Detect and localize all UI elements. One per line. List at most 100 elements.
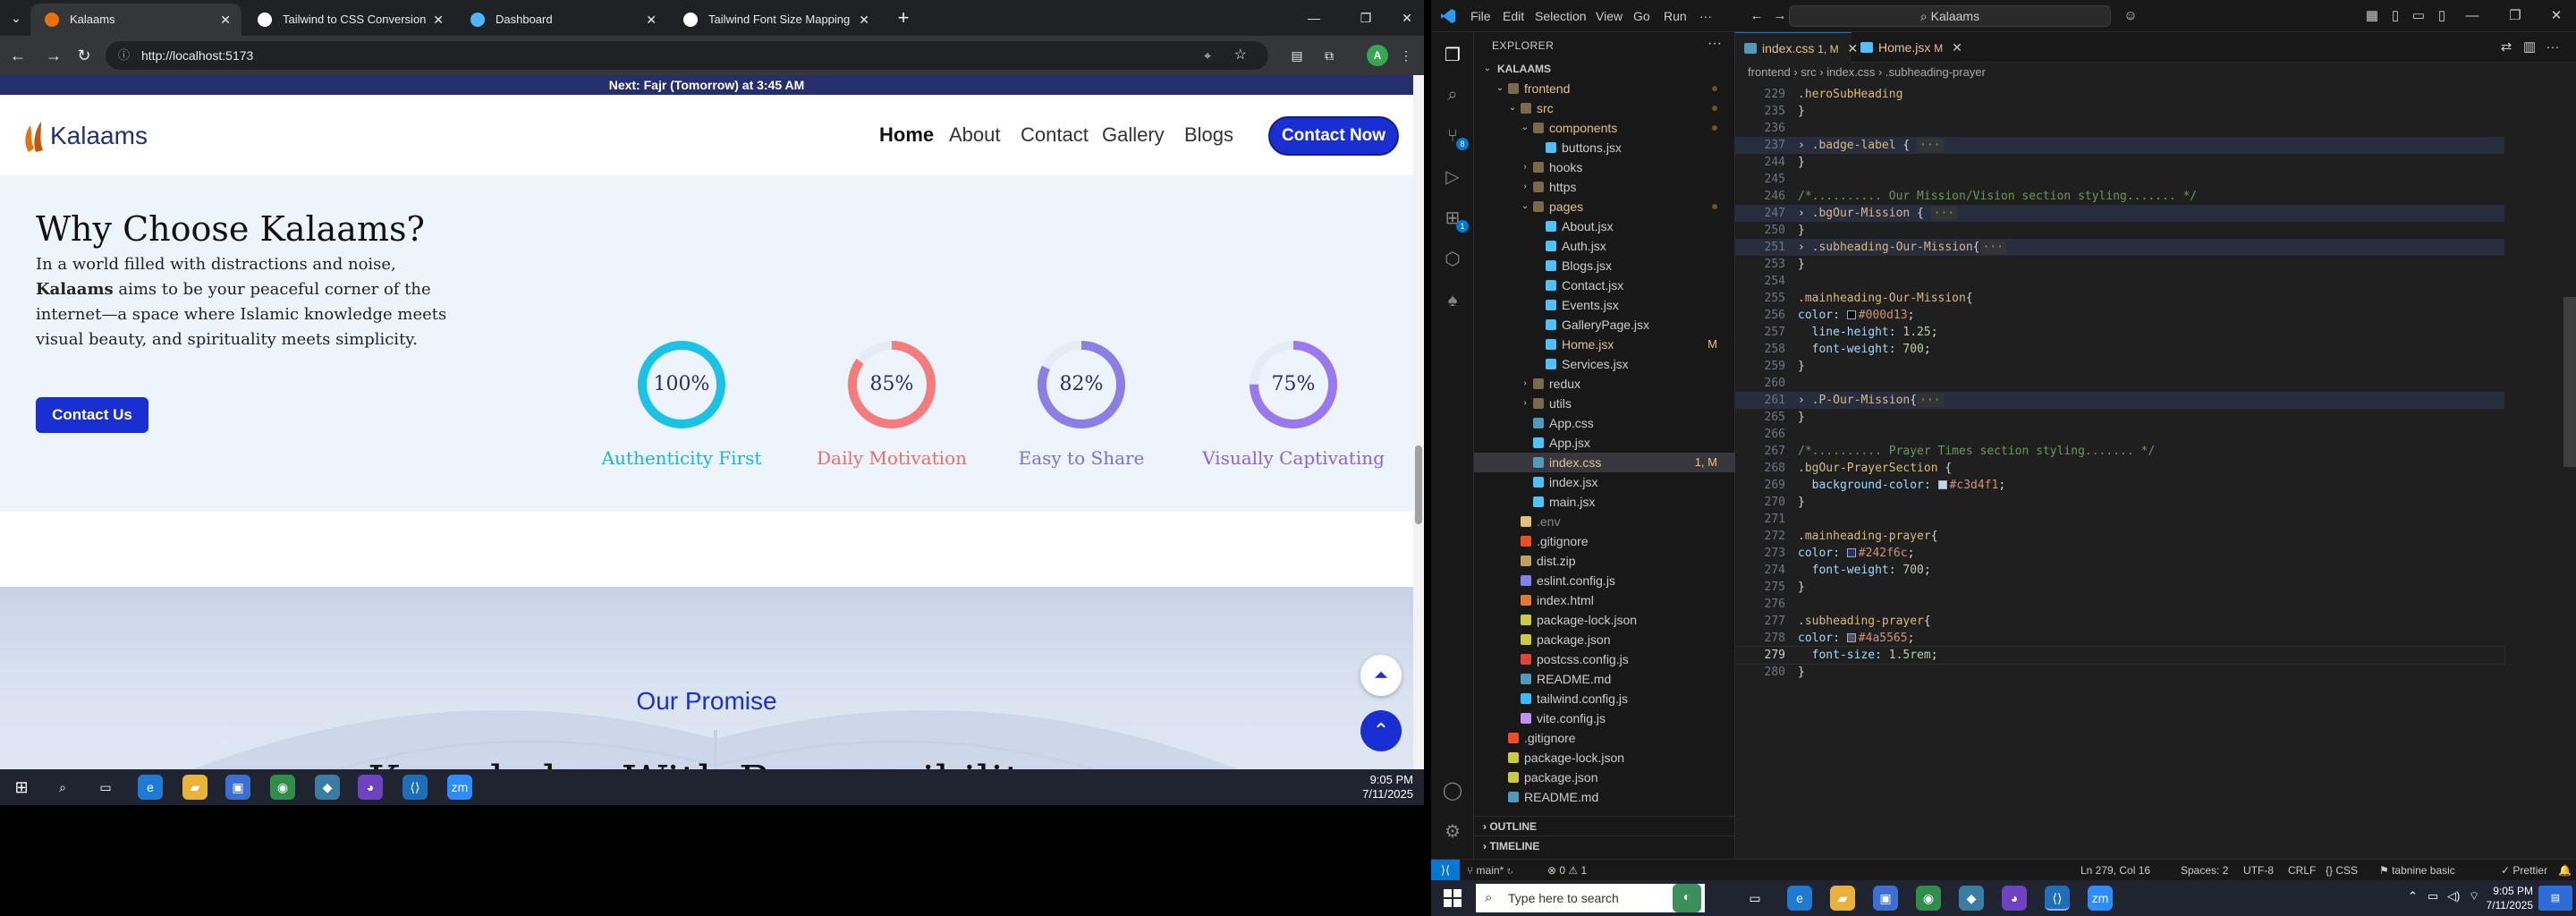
menu-go[interactable]: Go bbox=[1633, 0, 1650, 32]
git-branch[interactable]: ⑂ main* ↻ bbox=[1467, 860, 1513, 880]
browser-tab-dashboard[interactable]: Dashboard ✕ bbox=[456, 4, 667, 36]
timeline-section[interactable]: › TIMELINE bbox=[1474, 835, 1735, 855]
task-view-icon[interactable]: ▭ bbox=[93, 775, 118, 800]
site-info-icon[interactable]: ⓘ bbox=[118, 41, 130, 70]
tree-file[interactable]: dist.zip bbox=[1474, 551, 1735, 571]
contact-now-button[interactable]: Contact Now bbox=[1268, 116, 1399, 156]
tree-file[interactable]: index.jsx bbox=[1474, 472, 1735, 492]
vscode-icon[interactable]: ⟨⟩ bbox=[2045, 886, 2070, 911]
menu-more[interactable]: ··· bbox=[1699, 0, 1712, 32]
file-explorer-icon[interactable]: ▰ bbox=[1830, 886, 1855, 911]
nav-home[interactable]: Home bbox=[879, 95, 934, 175]
source-control-icon[interactable]: ⑂ 8 bbox=[1442, 125, 1469, 150]
search-highlight-icon[interactable]: ◐ bbox=[1673, 884, 1701, 912]
network-icon[interactable]: ▭ bbox=[2428, 889, 2438, 903]
tree-file[interactable]: index.css 1, M bbox=[1474, 453, 1735, 472]
tree-file[interactable]: buttons.jsx bbox=[1474, 138, 1735, 157]
copilot-icon[interactable]: ☺ bbox=[2120, 5, 2141, 27]
tree-folder[interactable]: ⌄ components bbox=[1474, 118, 1735, 138]
tree-file[interactable]: .env bbox=[1474, 512, 1735, 531]
browser-tab-tailwind-css[interactable]: Tailwind to CSS Conversion ✕ bbox=[243, 4, 454, 36]
wifi-icon[interactable]: ⌔ bbox=[2469, 889, 2479, 903]
close-tab-icon[interactable]: ✕ bbox=[646, 4, 657, 36]
tree-file[interactable]: README.md bbox=[1474, 787, 1735, 807]
account-icon[interactable]: ◯ bbox=[1442, 780, 1463, 802]
color-swatch[interactable] bbox=[1937, 480, 1947, 489]
volume-icon[interactable]: ◁) bbox=[2447, 889, 2460, 903]
taskbar-clock[interactable]: 9:05 PM 7/11/2025 bbox=[2487, 884, 2534, 912]
search-icon[interactable]: ⌕ bbox=[1442, 84, 1463, 106]
tab-home-jsx[interactable]: Home.jsx M ✕ bbox=[1852, 32, 1977, 63]
tree-file[interactable]: .gitignore bbox=[1474, 728, 1735, 748]
file-explorer-icon[interactable]: ▰ bbox=[182, 775, 208, 800]
mongodb-leaf-icon[interactable]: ♠ bbox=[1442, 290, 1463, 311]
tree-file[interactable]: Contact.jsx bbox=[1474, 276, 1735, 295]
color-swatch[interactable] bbox=[1846, 310, 1856, 319]
windows-start-icon[interactable] bbox=[1444, 889, 1462, 907]
notifications-bell-icon[interactable]: 🔔 bbox=[2558, 860, 2572, 880]
nav-gallery[interactable]: Gallery bbox=[1102, 95, 1165, 175]
notification-center-icon[interactable]: ▤ bbox=[2538, 886, 2572, 911]
tree-file[interactable]: Events.jsx bbox=[1474, 295, 1735, 315]
address-bar[interactable]: ⓘ http://localhost:5173 ⌖ ☆ bbox=[106, 41, 1268, 70]
close-tab-icon[interactable]: ✕ bbox=[1952, 40, 1962, 55]
browser-menu-dots-icon[interactable]: ⋮ bbox=[1394, 45, 1419, 66]
tabnine-status[interactable]: ⚑ tabnine basic bbox=[2379, 860, 2455, 880]
tree-file[interactable]: main.jsx bbox=[1474, 492, 1735, 512]
tab-search-chevron-icon[interactable]: ⌄ bbox=[5, 7, 27, 29]
explorer-more-icon[interactable]: ··· bbox=[1707, 36, 1722, 52]
tree-folder[interactable]: ⌄ pages bbox=[1474, 197, 1735, 216]
nav-contact[interactable]: Contact bbox=[1021, 95, 1089, 175]
extensions-icon[interactable]: ⊞ 1 bbox=[1442, 208, 1469, 233]
color-swatch[interactable] bbox=[1846, 548, 1856, 557]
editor-scrollbar[interactable] bbox=[2563, 82, 2576, 859]
reload-icon[interactable]: ↻ bbox=[72, 43, 97, 68]
tree-folder[interactable]: ⌄ frontend bbox=[1474, 79, 1735, 98]
compare-changes-icon[interactable]: ⇄ bbox=[2496, 37, 2517, 58]
tree-folder[interactable]: › redux bbox=[1474, 374, 1735, 394]
tree-file[interactable]: About.jsx bbox=[1474, 216, 1735, 236]
toggle-secondary-sidebar-icon[interactable]: ▯ bbox=[2431, 5, 2453, 27]
indentation[interactable]: Spaces: 2 bbox=[2181, 860, 2228, 880]
editor-scrollbar-thumb[interactable] bbox=[2563, 297, 2576, 467]
minimize-icon[interactable]: — bbox=[1293, 0, 1335, 36]
remote-explorer-icon[interactable]: ⬡ bbox=[1442, 249, 1463, 270]
extensions-puzzle-icon[interactable]: ⧉ bbox=[1317, 45, 1342, 66]
tree-file[interactable]: package.json bbox=[1474, 768, 1735, 787]
windows-start-icon[interactable]: ⊞ bbox=[9, 775, 34, 800]
bookmark-star-icon[interactable]: ☆ bbox=[1234, 41, 1247, 70]
app-icon[interactable]: ◆ bbox=[315, 775, 340, 800]
page-scrollbar-thumb[interactable] bbox=[1415, 445, 1422, 524]
tree-folder[interactable]: ⌄ src bbox=[1474, 98, 1735, 118]
encoding[interactable]: UTF-8 bbox=[2243, 860, 2274, 880]
zoom-icon[interactable]: zm bbox=[447, 775, 472, 800]
vscode-icon[interactable]: ⟨⟩ bbox=[402, 775, 428, 800]
tree-folder[interactable]: › https bbox=[1474, 177, 1735, 197]
github-desktop-icon[interactable]: ◕ bbox=[2002, 886, 2027, 911]
tree-file[interactable]: Blogs.jsx bbox=[1474, 256, 1735, 276]
chrome-icon[interactable]: ◉ bbox=[270, 775, 295, 800]
menu-run[interactable]: Run bbox=[1664, 0, 1687, 32]
line-endings[interactable]: CRLF bbox=[2288, 860, 2316, 880]
tree-file[interactable]: App.css bbox=[1474, 413, 1735, 433]
zoom-icon[interactable]: zm bbox=[2088, 886, 2113, 911]
close-tab-icon[interactable]: ✕ bbox=[859, 4, 869, 36]
remote-indicator-icon[interactable]: ⟩⟨ bbox=[1431, 860, 1460, 880]
store-icon[interactable]: ▣ bbox=[225, 775, 250, 800]
nav-about[interactable]: About bbox=[949, 95, 1001, 175]
close-tab-icon[interactable]: ✕ bbox=[220, 4, 231, 36]
scroll-to-top-chevron-icon[interactable]: ⌃ bbox=[1360, 710, 1402, 751]
tree-file[interactable]: postcss.config.js bbox=[1474, 649, 1735, 669]
store-icon[interactable]: ▣ bbox=[1873, 886, 1898, 911]
edge-icon[interactable]: e bbox=[138, 775, 163, 800]
browser-tab-kalaams[interactable]: Kalaams ✕ bbox=[30, 4, 242, 36]
explorer-files-icon[interactable]: ❐ bbox=[1442, 45, 1463, 66]
tree-file[interactable]: Auth.jsx bbox=[1474, 236, 1735, 256]
menu-file[interactable]: File bbox=[1470, 0, 1491, 32]
outline-section[interactable]: › OUTLINE bbox=[1474, 816, 1735, 835]
nav-blogs[interactable]: Blogs bbox=[1184, 95, 1233, 175]
tree-file[interactable]: Home.jsx M bbox=[1474, 335, 1735, 354]
tree-file[interactable]: eslint.config.js bbox=[1474, 571, 1735, 590]
contact-us-button[interactable]: Contact Us bbox=[36, 397, 148, 433]
location-pin-icon[interactable]: ⌖ bbox=[1204, 41, 1211, 70]
